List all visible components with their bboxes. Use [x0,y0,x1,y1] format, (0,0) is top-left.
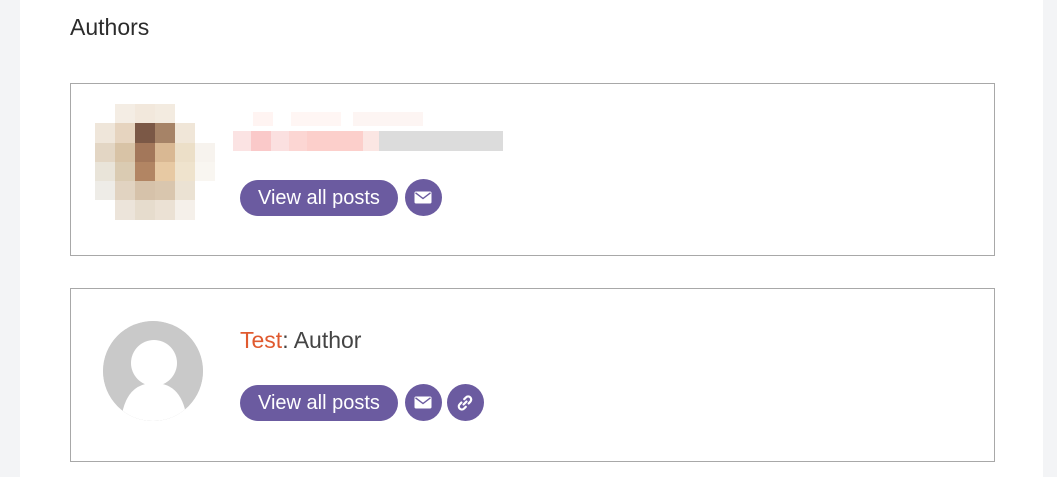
author-avatar [95,104,215,220]
email-button[interactable] [404,384,442,421]
author-card: View all posts [70,83,995,256]
view-all-posts-button[interactable]: View all posts [240,179,398,216]
envelope-icon [414,191,432,204]
author-name-line: Test: Author [240,327,361,354]
redacted-author-name [233,109,533,154]
user-silhouette-icon [103,321,203,421]
page-content: Authors View all posts Test: Author View… [20,0,1043,477]
view-all-posts-button[interactable]: View all posts [240,384,398,421]
website-link-button[interactable] [446,384,484,421]
author-avatar [103,321,203,421]
link-icon [458,394,473,411]
name-separator: : [282,327,289,353]
author-actions: View all posts [240,384,484,421]
author-name-link[interactable]: Test [240,327,282,353]
email-button[interactable] [404,179,442,216]
envelope-icon [414,396,432,409]
section-title: Authors [70,14,150,40]
author-card: Test: Author View all posts [70,288,995,462]
author-actions: View all posts [240,179,442,216]
author-role: Author [293,327,362,353]
